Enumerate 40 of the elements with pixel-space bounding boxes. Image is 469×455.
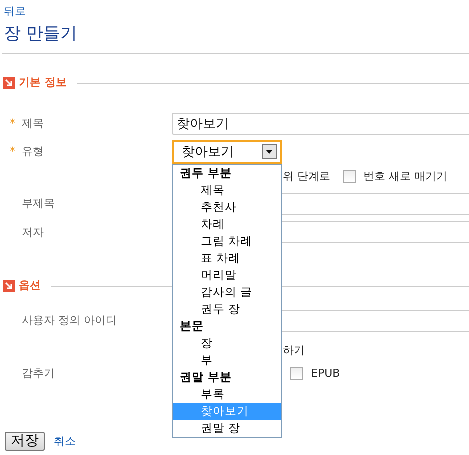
dropdown-option[interactable]: 머리말: [173, 266, 281, 284]
dropdown-option[interactable]: 권두 장: [173, 300, 281, 318]
dropdown-option[interactable]: 제목: [173, 182, 281, 198]
required-mark: *: [10, 117, 16, 130]
checkbox[interactable]: [342, 170, 356, 182]
type-select[interactable]: 찾아보기: [172, 140, 282, 164]
dropdown-option[interactable]: 감사의 글: [173, 284, 281, 300]
save-button[interactable]: 저장: [5, 432, 45, 451]
dropdown-option[interactable]: 표 차례: [173, 250, 281, 266]
checkbox[interactable]: [290, 367, 303, 380]
option-group-label: 권말 부분: [179, 368, 234, 386]
dropdown-option[interactable]: 권말 장: [173, 420, 281, 436]
section-title: 기본 정보: [19, 75, 67, 91]
dropdown-option[interactable]: 장: [173, 334, 281, 352]
dropdown-option[interactable]: 차례: [173, 216, 281, 232]
required-mark: *: [10, 145, 16, 158]
field-label: 제목: [22, 116, 44, 131]
arrow-icon: [3, 77, 15, 89]
field-label: 부제목: [22, 196, 55, 211]
dropdown-option[interactable]: 부록: [173, 386, 281, 402]
checkbox-label: EPUB: [311, 367, 340, 380]
page-title: 장 만들기: [4, 23, 78, 46]
caret-icon: [262, 144, 277, 159]
option-group-label: 본문: [179, 318, 205, 334]
option-label: 하기: [283, 343, 305, 358]
arrow-icon: [3, 280, 15, 292]
field-label: 저자: [22, 224, 44, 240]
cancel-link[interactable]: 취소: [54, 434, 76, 449]
dropdown-option[interactable]: 부: [173, 352, 281, 368]
field-label: 사용자 정의 아이디: [22, 313, 117, 328]
text-field[interactable]: 찾아보기: [172, 112, 469, 134]
option-label: 위 단계로: [283, 168, 330, 184]
dropdown-option[interactable]: 추천사: [173, 198, 281, 216]
field-label: 감추기: [22, 366, 55, 381]
section-title: 옵션: [19, 278, 41, 294]
field-label: 유형: [22, 144, 44, 159]
option-group-label: 권두 부분: [179, 164, 234, 182]
back-link[interactable]: 뒤로: [4, 4, 26, 20]
dropdown-option[interactable]: 그림 차례: [173, 232, 281, 250]
checkbox-label: 번호 새로 매기기: [364, 168, 448, 184]
